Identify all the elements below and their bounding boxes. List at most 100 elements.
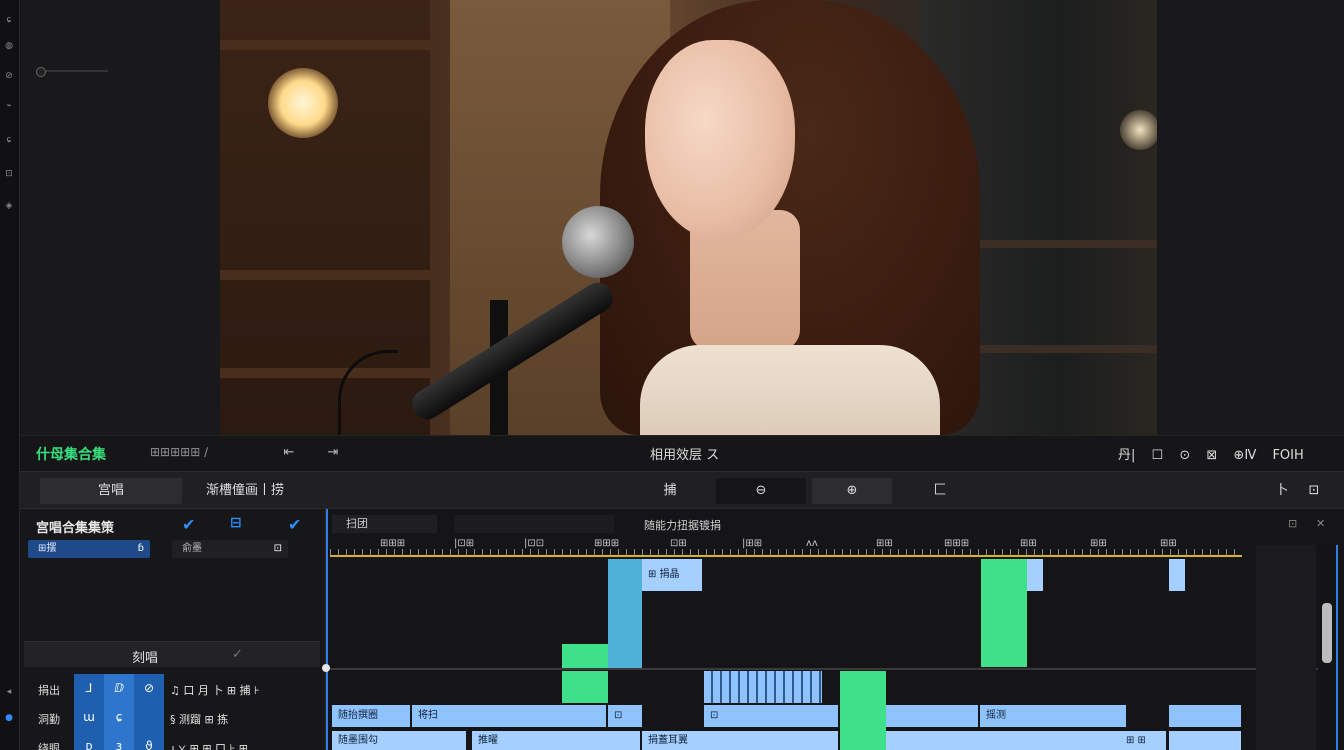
clip[interactable] xyxy=(562,644,608,668)
grid-icon[interactable]: ⊟ xyxy=(230,515,242,531)
rail-icon-record[interactable]: ● xyxy=(2,712,16,724)
time-ruler[interactable]: ⊞⊞⊞ |⊡⊞ |⊡⊡ ⊞⊞⊞ ⊡⊞ |⊞⊞ ᴧᴧ ⊞⊞ ⊞⊞⊞ ⊞⊞ ⊞⊞ ⊞… xyxy=(330,538,1242,555)
ruler-label: |⊡⊞ xyxy=(454,538,475,549)
track-row-btn[interactable]: ⅃ xyxy=(74,674,104,703)
singer-face xyxy=(645,40,795,240)
tab-cut[interactable]: 捕 xyxy=(650,478,690,504)
track-name-field[interactable]: 扫团 xyxy=(332,515,437,533)
track-row-extra: ɻ ⋎ ⊞ ⊞ 口 ⊦ ⊞ xyxy=(170,742,248,750)
timeline-header-label: 随能力扭据镀捐 xyxy=(644,519,721,532)
track-row-label: 捐出 xyxy=(38,684,60,697)
track-row-btn[interactable]: ɜ xyxy=(104,732,134,750)
track-row-btn[interactable]: ɯ xyxy=(74,703,104,732)
timeline-corner-icon-2[interactable]: ✕ xyxy=(1316,517,1325,530)
ruler-label: ⊞⊞ xyxy=(876,538,893,549)
rail-icon-4[interactable]: ⌁ xyxy=(2,100,16,112)
track-settings-panel: 宫唱合集集策 ✔ ⊟ ✔ ⊞摆 ɓ 俞墨 ⊡ 刻唱 ✓ 捐出 ⅃ ⅅ ⊘ ♫ 口… xyxy=(20,509,326,750)
transport-right-2[interactable]: ☐ xyxy=(1152,448,1164,463)
rail-icon-7[interactable]: ◈ xyxy=(2,200,16,212)
ruler-label: ⊞⊞ xyxy=(1160,538,1177,549)
scroll-indicator xyxy=(1336,545,1338,750)
transport-right-4[interactable]: ⊠ xyxy=(1206,448,1217,463)
clip[interactable]: ⊞ ⊞ xyxy=(1120,731,1166,750)
tab-vocals[interactable]: 宫唱 xyxy=(40,478,182,504)
check-icon-1[interactable]: ✔ xyxy=(182,515,195,534)
clip[interactable] xyxy=(886,705,978,727)
clip[interactable]: 将扫 xyxy=(412,705,606,727)
bg-lamp xyxy=(268,68,338,138)
track-row-extra: ♫ 口 月 卜 ⊞ 捕 ⊦ xyxy=(170,684,260,697)
check-icon-2[interactable]: ✔ xyxy=(288,515,301,534)
loop-range-line[interactable] xyxy=(330,555,1242,557)
playhead[interactable] xyxy=(322,509,330,750)
center-label-text: 相用效层 xyxy=(650,448,703,463)
ruler-label: |⊞⊞ xyxy=(742,538,763,549)
tab-snap[interactable]: 匚 xyxy=(920,478,960,504)
prev-frame-button[interactable]: ⇤ xyxy=(278,442,300,464)
track-row-btn[interactable]: ᴅ xyxy=(74,732,104,750)
clip[interactable] xyxy=(1169,731,1241,750)
video-preview-frame xyxy=(220,0,1157,435)
ruler-label: ⊞⊞⊞ xyxy=(380,538,406,549)
ruler-label: ⊞⊞ xyxy=(1020,538,1037,549)
clip[interactable]: ⊞ 捐晶 xyxy=(642,559,702,591)
clip[interactable]: 推曜 xyxy=(472,731,640,750)
track-row-btn[interactable]: ⊘ xyxy=(134,674,164,703)
track-field-2-label: 俞墨 xyxy=(182,543,202,554)
clip[interactable]: 摇测 xyxy=(980,705,1126,727)
rail-icon-5[interactable]: ɕ xyxy=(2,134,16,146)
tab-effects[interactable]: 渐槽僮画丨捞 xyxy=(190,478,300,504)
rail-icon-6[interactable]: ⊡ xyxy=(2,168,16,180)
ruler-label: ⊡⊞ xyxy=(670,538,687,549)
clip[interactable] xyxy=(981,559,1027,667)
clip[interactable]: ⊡ xyxy=(608,705,642,727)
clip[interactable] xyxy=(1027,559,1043,591)
clip[interactable]: 随抬撰圈 xyxy=(332,705,410,727)
ruler-label: ⊞⊞⊞ xyxy=(944,538,970,549)
track-row-label: 绕眼 xyxy=(38,742,60,750)
timeline-side-panel xyxy=(1256,545,1316,750)
preview-right-panel xyxy=(1157,0,1344,435)
timeline-corner-icon-1[interactable]: ⊡ xyxy=(1288,517,1297,530)
track-row-btn[interactable] xyxy=(134,703,164,732)
tab-right-1[interactable]: 卜 xyxy=(1270,478,1294,504)
transport-right-1[interactable]: 丹| xyxy=(1118,444,1135,463)
track-row-btn[interactable]: ϑ xyxy=(134,732,164,750)
clip[interactable]: ⊡ xyxy=(704,705,838,727)
vertical-scrollbar[interactable] xyxy=(1318,545,1344,750)
clip[interactable] xyxy=(1169,705,1241,727)
clip[interactable] xyxy=(608,559,642,669)
zoom-slider[interactable] xyxy=(36,67,108,77)
track-field-2[interactable]: 俞墨 ⊡ xyxy=(172,540,288,558)
tab-loop[interactable]: ⊖ xyxy=(716,478,806,504)
track-row-1: 捐出 ⅃ ⅅ ⊘ ♫ 口 月 卜 ⊞ 捕 ⊦ xyxy=(20,674,326,703)
playhead-handle[interactable] xyxy=(322,664,330,672)
transport-right-5[interactable]: ⊕Ⅳ xyxy=(1233,448,1256,463)
clip[interactable]: 随墨围勾 xyxy=(332,731,466,750)
track-row-btn[interactable]: ɕ xyxy=(104,703,134,732)
track-field-1[interactable]: ⊞摆 ɓ xyxy=(28,540,150,558)
next-frame-button[interactable]: ⇥ xyxy=(322,442,344,464)
track-search-field[interactable] xyxy=(454,515,614,533)
clip[interactable] xyxy=(1169,559,1185,591)
timeline: 扫团 随能力扭据镀捐 ⊡ ✕ ⊞⊞⊞ |⊡⊞ |⊡⊡ ⊞⊞⊞ ⊡⊞ |⊞⊞ ᴧᴧ… xyxy=(322,509,1344,750)
scrollbar-thumb[interactable] xyxy=(1322,603,1332,663)
track-row-label: 洞勤 xyxy=(38,713,60,726)
clip[interactable]: 捐蓋耳翼 xyxy=(642,731,838,750)
clip[interactable] xyxy=(562,671,608,703)
transport-right-3[interactable]: ⊙ xyxy=(1179,448,1190,463)
rail-icon-2[interactable]: ◍ xyxy=(2,40,16,52)
ruler-label: ⊞⊞ xyxy=(1090,538,1107,549)
rail-icon-play[interactable]: ◂ xyxy=(2,686,16,698)
tab-record[interactable]: ⊕ xyxy=(812,478,892,504)
clip-waveform[interactable] xyxy=(704,671,822,703)
section-check-icon[interactable]: ✓ xyxy=(232,647,243,662)
clip[interactable] xyxy=(840,671,886,750)
rail-icon-3[interactable]: ⊘ xyxy=(2,70,16,82)
track-field-1-icon: ɓ xyxy=(137,543,144,554)
track-row-btn[interactable]: ⅅ xyxy=(104,674,134,703)
tab-right-2[interactable]: ⊡ xyxy=(1302,478,1326,504)
section-header: 刻唱 ✓ xyxy=(24,641,320,667)
transport-right-6[interactable]: FOIH xyxy=(1272,448,1303,463)
rail-icon-1[interactable]: ɕ xyxy=(2,14,16,26)
